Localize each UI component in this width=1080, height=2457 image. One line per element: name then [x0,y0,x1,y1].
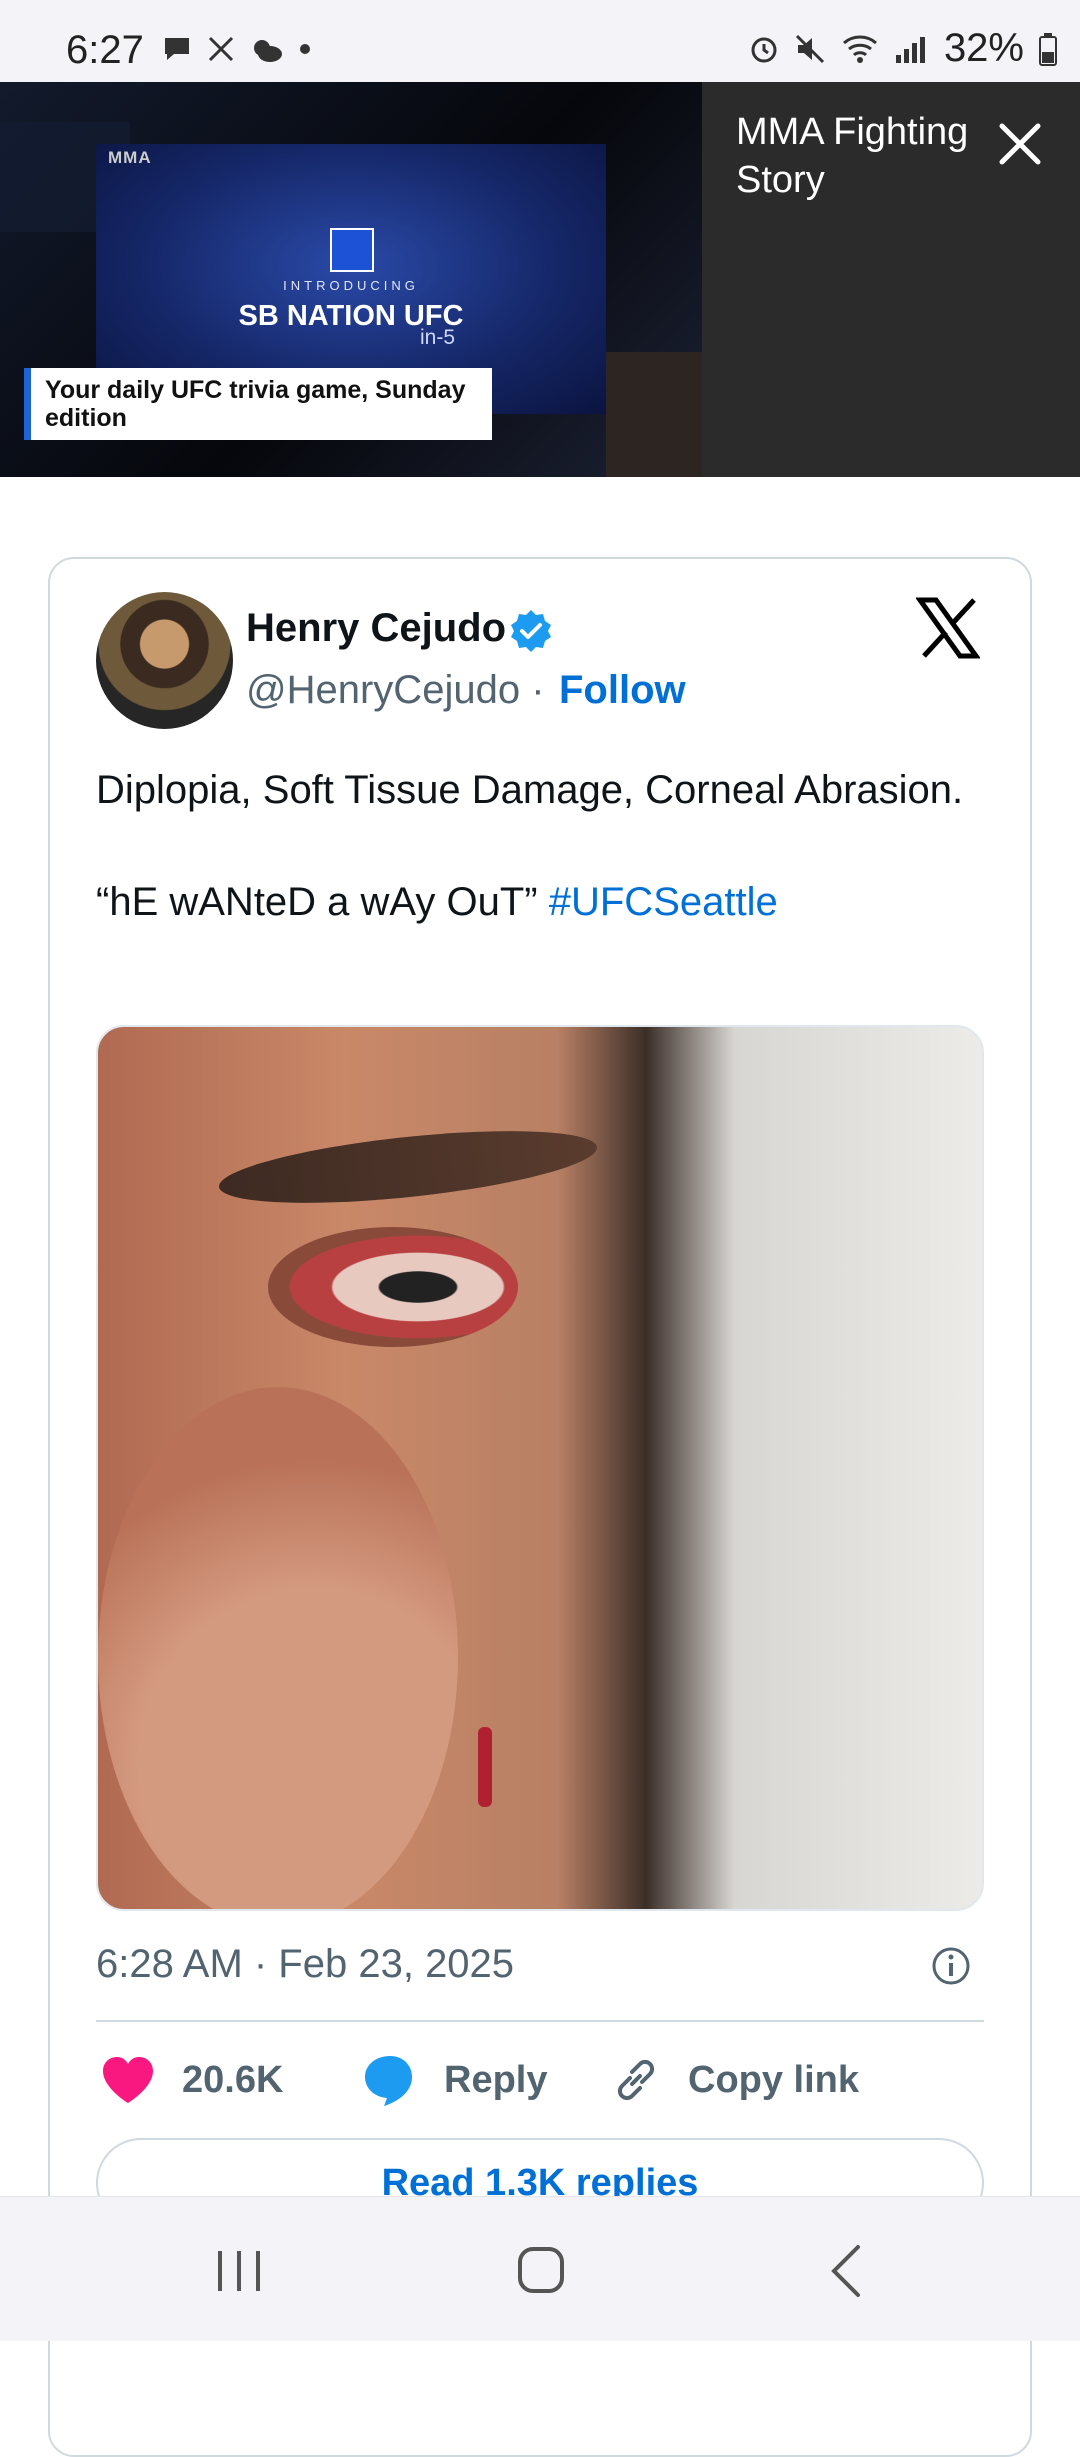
video-thumbnail-right [606,352,702,477]
reply-bubble-icon [365,2056,412,2106]
tweet-photo[interactable] [96,1025,984,1911]
status-right-icons: 32% [748,26,1058,71]
reply-label: Reply [444,2058,548,2101]
alarm-icon [751,37,777,62]
banner-subheadline: in-5 [420,326,456,349]
status-bar: 6:27 32% [0,0,1080,82]
link-icon [617,2059,655,2101]
like-button[interactable]: 20.6K [100,2052,283,2108]
system-nav-bar [0,2196,1080,2341]
photo-nose [98,1387,458,1909]
banner-intro: INTRODUCING [283,278,419,293]
follow-button[interactable]: Follow [559,668,686,713]
chat-bubble-icon [165,38,189,60]
x-app-icon [208,36,234,62]
mma-logo: MMA [108,148,152,167]
story-title: MMA Fighting Story [736,111,969,201]
like-count: 20.6K [182,2058,284,2101]
handle-text: @HenryCejudo [246,668,521,712]
signal-icon [895,36,925,63]
photo-eyebrow [215,1117,601,1217]
wifi-icon [842,35,877,63]
tweet-text-line2: “hE wANteD a wAy OuT” #UFCSeattle [96,874,976,930]
heart-icon [103,2057,153,2103]
copy-link-button[interactable]: Copy link [610,2052,859,2108]
mute-icon [795,34,824,63]
home-icon[interactable] [516,2243,566,2297]
tweet-timestamp[interactable]: 6:28 AM · Feb 23, 2025 [96,1942,514,1987]
dot-icon [300,44,310,54]
status-notification-icons [162,34,312,64]
back-icon[interactable] [826,2243,866,2299]
banner-caption: Your daily UFC trivia game, Sunday editi… [24,368,492,440]
video-story-banner[interactable]: MMA INTRODUCING SB NATION UFC in-5 Your … [0,82,1080,477]
x-logo-icon[interactable] [916,596,980,660]
divider [96,2020,984,2022]
author-handle[interactable]: @HenryCejudo · [246,668,545,713]
reply-button[interactable]: Reply [362,2052,547,2108]
tweet-text-line1: Diplopia, Soft Tissue Damage, Corneal Ab… [96,768,964,812]
handle-separator: · [531,668,545,712]
banner-headline: SB NATION UFC [238,300,464,332]
avatar[interactable] [96,592,233,729]
photo-cut [478,1727,492,1807]
close-icon[interactable] [992,116,1048,172]
in5-logo-icon [330,228,374,272]
copy-link-label: Copy link [688,2058,860,2101]
info-icon[interactable] [930,1945,972,1987]
recent-apps-icon[interactable] [214,2247,264,2295]
status-time: 6:27 [66,28,144,72]
battery-icon [1039,32,1057,66]
author-name[interactable]: Henry Cejudo [246,606,506,651]
verified-badge-icon [511,610,551,652]
tweet-text: Diplopia, Soft Tissue Damage, Corneal Ab… [96,762,976,930]
hashtag-link[interactable]: #UFCSeattle [549,880,778,924]
tweet-quote: “hE wANteD a wAy OuT” [96,880,538,924]
battery-percent: 32% [943,26,1024,70]
weather-icon [254,40,282,62]
photo-eye [268,1227,518,1347]
